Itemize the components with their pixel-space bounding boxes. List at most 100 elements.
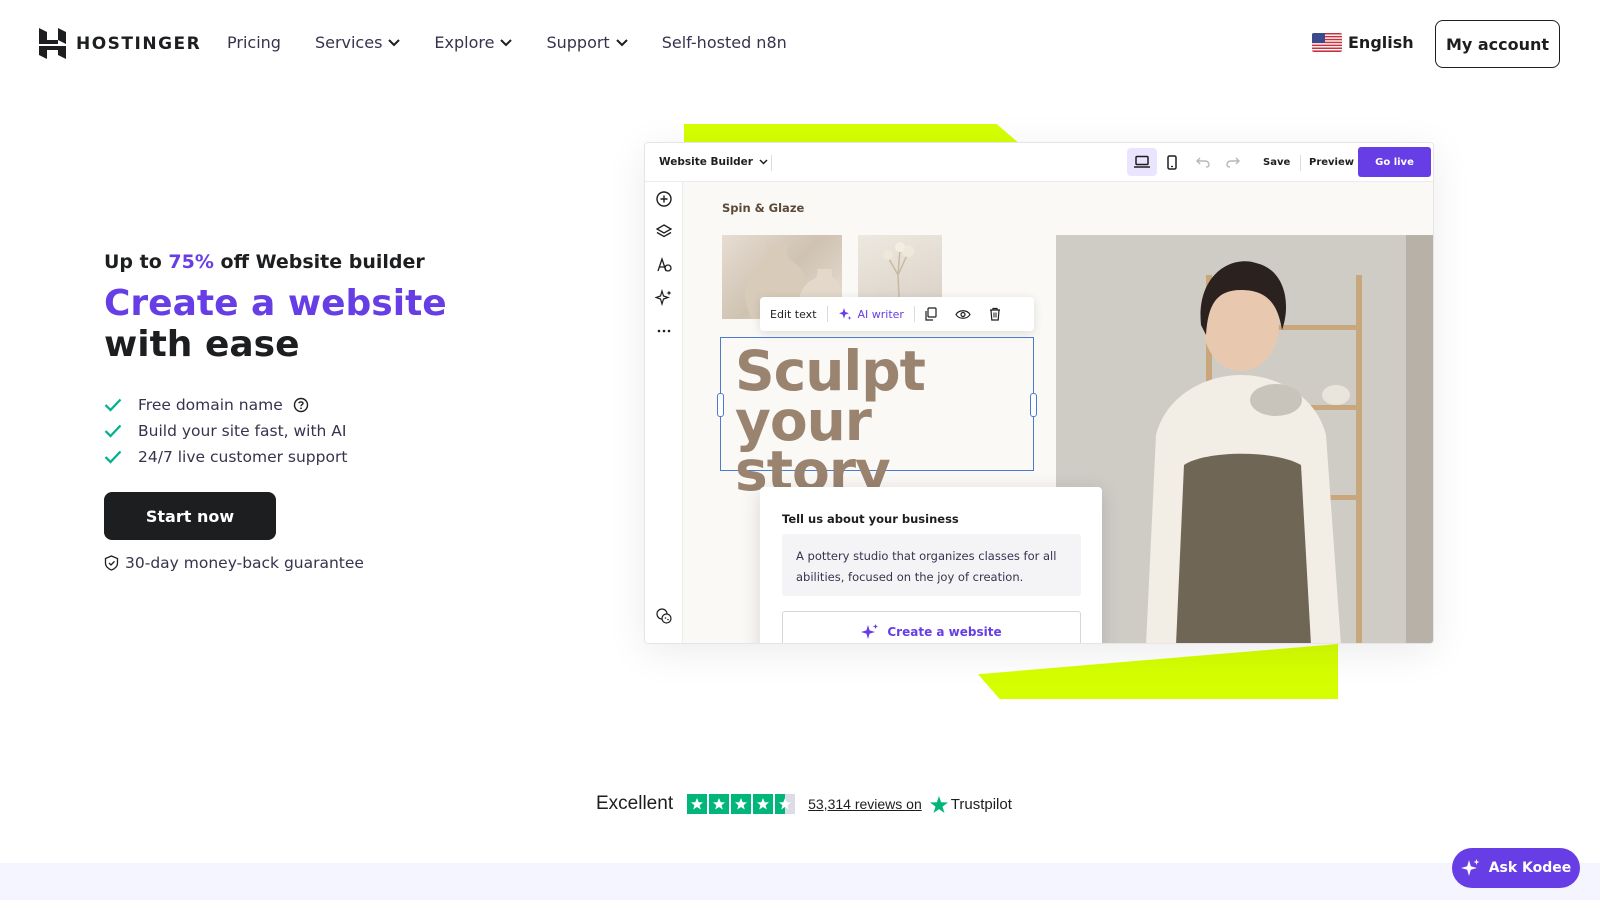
divider (1300, 155, 1301, 171)
site-brand-name: Spin & Glaze (722, 201, 805, 215)
ask-kodee-label: Ask Kodee (1488, 860, 1572, 876)
feature-text: Build your site fast, with AI (138, 422, 347, 440)
undo-icon[interactable] (1195, 154, 1211, 170)
main-nav: Pricing Services Explore Support Self-ho… (227, 33, 821, 52)
money-back-guarantee: 30-day money-back guarantee (104, 554, 364, 572)
preview-button[interactable]: Preview (1309, 157, 1354, 168)
check-icon (104, 424, 122, 438)
trustpilot-logo[interactable]: Trustpilot (929, 795, 1012, 813)
feature-text: 24/7 live customer support (138, 448, 348, 466)
trustpilot-label: Trustpilot (950, 795, 1012, 813)
half-star-icon (775, 794, 796, 814)
resize-handle-left[interactable] (717, 393, 724, 417)
feature-list: Free domain name Build your site fast, w… (104, 392, 347, 470)
edit-text-label: Edit text (770, 307, 817, 321)
heading-line: your story (735, 389, 891, 503)
add-section-icon[interactable] (655, 190, 673, 208)
chevron-down-icon (615, 38, 628, 46)
builder-sidebar (645, 182, 683, 643)
copy-icon (925, 307, 938, 321)
potter-illustration (1056, 235, 1433, 643)
reviews-link[interactable]: 53,314 reviews on (808, 796, 922, 812)
laptop-icon (1134, 155, 1150, 168)
chevron-down-icon (388, 38, 401, 46)
settings-cookie-icon[interactable] (655, 607, 673, 625)
nav-support[interactable]: Support (546, 33, 628, 52)
nav-pricing[interactable]: Pricing (227, 33, 281, 52)
star-icon (709, 794, 730, 814)
trustpilot-rating: Excellent 53,314 reviews on Trustpilot (596, 793, 1012, 815)
edit-text-button[interactable]: Edit text (760, 308, 827, 321)
more-icon[interactable] (655, 322, 673, 340)
list-item: Free domain name (104, 392, 347, 418)
next-section-band (0, 863, 1600, 900)
builder-title: Website Builder (659, 156, 753, 168)
chevron-down-icon (500, 38, 513, 46)
check-icon (104, 450, 122, 464)
start-now-button[interactable]: Start now (104, 492, 276, 540)
sparkle-icon (861, 624, 879, 639)
help-circle-icon[interactable] (293, 397, 309, 413)
trustpilot-star-icon (929, 795, 948, 813)
ask-kodee-button[interactable]: Ask Kodee (1452, 848, 1580, 888)
feature-text: Free domain name (138, 396, 283, 414)
hostinger-logo[interactable]: HOSTINGER (39, 28, 201, 59)
headline-rest: with ease (104, 324, 300, 365)
ai-builder-card: Tell us about your business A pottery st… (760, 487, 1102, 643)
decorative-lime-stripe (684, 124, 1020, 144)
rating-stars (687, 794, 796, 814)
text-edit-toolbar: Edit text AI writer (760, 297, 1034, 331)
check-icon (104, 398, 122, 412)
visibility-button[interactable] (947, 309, 979, 320)
star-icon (753, 794, 774, 814)
trash-icon (989, 307, 1000, 321)
website-builder-preview: Website Builder Save Preview Go live Spi… (644, 142, 1434, 644)
selected-text-block[interactable]: Sculpt your story (717, 337, 1037, 499)
nav-services[interactable]: Services (314, 33, 401, 52)
language-selector[interactable]: English (1312, 33, 1414, 52)
promo-prefix: Up to (104, 251, 162, 273)
divider (771, 155, 772, 171)
kodee-assistant-icon (1460, 859, 1480, 876)
redo-icon[interactable] (1225, 154, 1241, 170)
star-icon (687, 794, 708, 814)
promo-discount: 75% (168, 251, 214, 273)
ai-writer-button[interactable]: AI writer (828, 307, 914, 321)
hostinger-logo-icon (39, 28, 66, 59)
guarantee-text: 30-day money-back guarantee (125, 554, 364, 572)
builder-title-dropdown[interactable]: Website Builder (659, 156, 768, 168)
promo-text: Up to 75% off Website builder (104, 251, 425, 273)
my-account-button[interactable]: My account (1435, 20, 1560, 68)
ai-tools-icon[interactable] (655, 289, 673, 307)
nav-label: Self-hosted n8n (661, 33, 787, 52)
chevron-down-icon (759, 159, 768, 165)
go-live-button[interactable]: Go live (1358, 147, 1431, 177)
rating-word: Excellent (596, 793, 674, 814)
duplicate-button[interactable] (915, 307, 947, 321)
brand-name: HOSTINGER (76, 33, 202, 54)
layers-icon[interactable] (655, 223, 673, 241)
styles-icon[interactable] (655, 256, 673, 274)
save-button[interactable]: Save (1263, 157, 1290, 168)
mobile-view-button[interactable] (1157, 148, 1187, 176)
desktop-view-button[interactable] (1127, 148, 1157, 176)
create-website-label: Create a website (887, 625, 1002, 639)
nav-explore[interactable]: Explore (434, 33, 513, 52)
nav-self-hosted-n8n[interactable]: Self-hosted n8n (662, 33, 787, 52)
headline-accent: Create a website (104, 283, 447, 324)
nav-label: Services (314, 33, 383, 52)
phone-icon (1167, 154, 1177, 170)
builder-toolbar: Website Builder Save Preview Go live (645, 143, 1433, 182)
create-website-button[interactable]: Create a website (782, 611, 1081, 643)
sparkle-icon (838, 308, 852, 320)
business-description-field[interactable]: A pottery studio that organizes classes … (782, 534, 1081, 596)
site-header: HOSTINGER Pricing Services Explore Suppo… (0, 0, 1600, 88)
nav-label: Explore (434, 33, 495, 52)
potter-photo (1056, 235, 1433, 643)
list-item: Build your site fast, with AI (104, 418, 347, 444)
nav-label: Support (546, 33, 610, 52)
hero-heading: Sculpt your story (735, 344, 1033, 503)
eye-icon (955, 309, 971, 319)
shield-check-icon (104, 555, 119, 571)
delete-button[interactable] (979, 307, 1011, 321)
